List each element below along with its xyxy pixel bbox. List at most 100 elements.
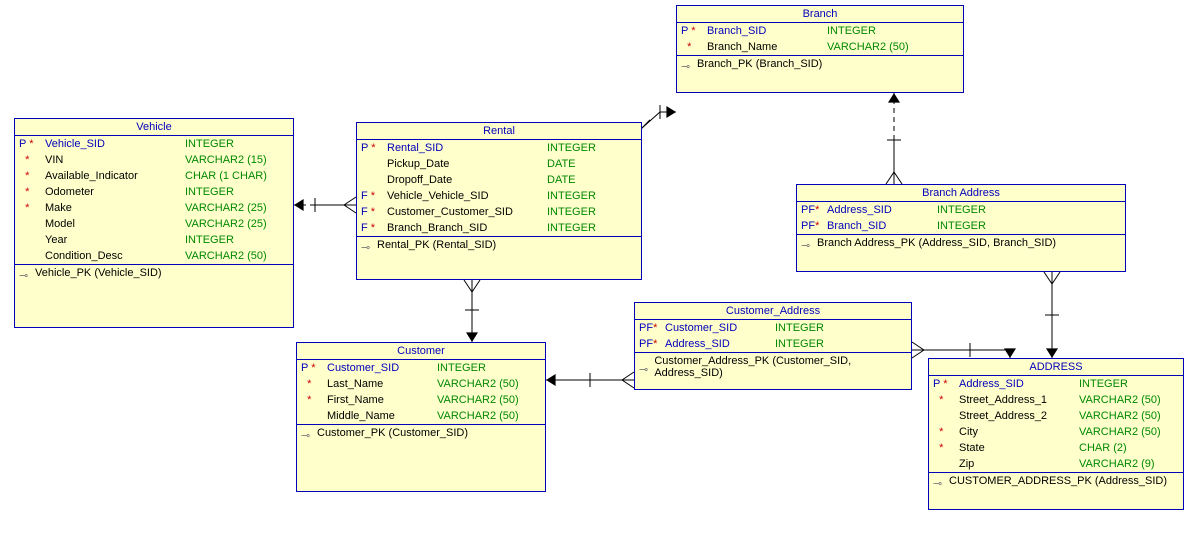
attr-type: CHAR (2)	[1079, 441, 1127, 455]
attr-name: Street_Address_2	[959, 409, 1069, 423]
attr-type: INTEGER	[185, 233, 234, 247]
attr-section: P *Vehicle_SIDINTEGER *VINVARCHAR2 (15) …	[15, 136, 293, 265]
attr-type: VARCHAR2 (9)	[1079, 457, 1155, 471]
attr-type: CHAR (1 CHAR)	[185, 169, 267, 183]
attr-name: Model	[45, 217, 175, 231]
attr-flags: *	[301, 393, 327, 407]
attr-row: F *Vehicle_Vehicle_SIDINTEGER	[357, 188, 641, 204]
attr-flags: PF*	[801, 219, 827, 233]
attr-flags	[361, 173, 387, 187]
entity-branch_address[interactable]: Branch AddressPF*Address_SIDINTEGERPF*Br…	[796, 184, 1126, 272]
entity-rental[interactable]: RentalP *Rental_SIDINTEGER Pickup_DateDA…	[356, 122, 642, 280]
attr-flags: *	[681, 40, 707, 54]
attr-flags	[19, 249, 45, 263]
attr-flags: *	[19, 169, 45, 183]
entity-title: ADDRESS	[929, 359, 1183, 376]
attr-type: VARCHAR2 (50)	[827, 40, 909, 54]
attr-row: PF*Customer_SIDINTEGER	[635, 320, 911, 336]
pk-section: Rental_PK (Rental_SID)	[357, 237, 641, 253]
entity-title: Rental	[357, 123, 641, 140]
attr-type: VARCHAR2 (50)	[437, 377, 519, 391]
key-icon	[19, 269, 31, 278]
attr-name: Branch_SID	[707, 24, 817, 38]
attr-row: PF*Address_SIDINTEGER	[797, 202, 1125, 218]
attr-name: City	[959, 425, 1069, 439]
entity-customer[interactable]: CustomerP *Customer_SIDINTEGER *Last_Nam…	[296, 342, 546, 492]
attr-name: Branch_SID	[827, 219, 927, 233]
key-icon	[933, 477, 945, 486]
attr-flags: *	[19, 201, 45, 215]
attr-type: DATE	[547, 173, 576, 187]
attr-row: F *Customer_Customer_SIDINTEGER	[357, 204, 641, 220]
attr-row: *Available_Indicator CHAR (1 CHAR)	[15, 168, 293, 184]
entity-customer_address[interactable]: Customer_AddressPF*Customer_SIDINTEGERPF…	[634, 302, 912, 390]
attr-type: INTEGER	[775, 321, 824, 335]
pk-text: CUSTOMER_ADDRESS_PK (Address_SID)	[949, 475, 1167, 487]
attr-flags: PF*	[639, 321, 665, 335]
attr-type: INTEGER	[185, 185, 234, 199]
attr-row: Year INTEGER	[15, 232, 293, 248]
attr-row: *CityVARCHAR2 (50)	[929, 424, 1183, 440]
attr-flags: *	[933, 441, 959, 455]
pk-text: Vehicle_PK (Vehicle_SID)	[35, 267, 162, 279]
key-icon	[361, 241, 373, 250]
attr-row: *OdometerINTEGER	[15, 184, 293, 200]
attr-flags: P *	[681, 24, 707, 38]
entity-vehicle[interactable]: VehicleP *Vehicle_SIDINTEGER *VINVARCHAR…	[14, 118, 294, 328]
attr-name: Customer_SID	[327, 361, 427, 375]
attr-type: INTEGER	[547, 141, 596, 155]
attr-flags: P *	[301, 361, 327, 375]
pk-section: Customer_Address_PK (Customer_SID, Addre…	[635, 353, 911, 381]
attr-row: *State CHAR (2)	[929, 440, 1183, 456]
attr-type: INTEGER	[547, 189, 596, 203]
pk-section: Branch_PK (Branch_SID)	[677, 56, 963, 72]
attr-name: State	[959, 441, 1069, 455]
attr-type: INTEGER	[775, 337, 824, 351]
attr-row: PF*Address_SIDINTEGER	[635, 336, 911, 352]
pk-section: Customer_PK (Customer_SID)	[297, 425, 545, 441]
attr-name: VIN	[45, 153, 175, 167]
entity-title: Customer_Address	[635, 303, 911, 320]
attr-name: Make	[45, 201, 175, 215]
attr-flags: P *	[933, 377, 959, 391]
attr-flags: *	[301, 377, 327, 391]
attr-row: *VINVARCHAR2 (15)	[15, 152, 293, 168]
attr-flags	[361, 157, 387, 171]
attr-row: *Street_Address_1VARCHAR2 (50)	[929, 392, 1183, 408]
entity-address[interactable]: ADDRESSP *Address_SIDINTEGER *Street_Add…	[928, 358, 1184, 510]
attr-type: INTEGER	[547, 221, 596, 235]
attr-row: P *Customer_SIDINTEGER	[297, 360, 545, 376]
attr-section: P *Rental_SIDINTEGER Pickup_DateDATE Dro…	[357, 140, 641, 237]
attr-flags: F *	[361, 221, 387, 235]
attr-type: INTEGER	[1079, 377, 1128, 391]
attr-row: P *Vehicle_SIDINTEGER	[15, 136, 293, 152]
attr-row: F *Branch_Branch_SIDINTEGER	[357, 220, 641, 236]
attr-name: Year	[45, 233, 175, 247]
erd-canvas: VehicleP *Vehicle_SIDINTEGER *VINVARCHAR…	[0, 0, 1192, 550]
attr-flags: *	[19, 153, 45, 167]
attr-name: Street_Address_1	[959, 393, 1069, 407]
attr-type: INTEGER	[827, 24, 876, 38]
attr-name: Customer_Customer_SID	[387, 205, 537, 219]
entity-title: Branch Address	[797, 185, 1125, 202]
attr-name: Vehicle_Vehicle_SID	[387, 189, 537, 203]
attr-row: *Last_NameVARCHAR2 (50)	[297, 376, 545, 392]
entity-branch[interactable]: BranchP *Branch_SIDINTEGER *Branch_NameV…	[676, 5, 964, 93]
attr-flags	[19, 217, 45, 231]
attr-flags	[19, 233, 45, 247]
attr-name: Middle_Name	[327, 409, 427, 423]
attr-name: Pickup_Date	[387, 157, 537, 171]
attr-flags: PF*	[801, 203, 827, 217]
attr-section: PF*Address_SIDINTEGERPF*Branch_SIDINTEGE…	[797, 202, 1125, 235]
attr-section: P *Address_SIDINTEGER *Street_Address_1V…	[929, 376, 1183, 473]
attr-row: Middle_NameVARCHAR2 (50)	[297, 408, 545, 424]
attr-section: P *Branch_SIDINTEGER *Branch_NameVARCHAR…	[677, 23, 963, 56]
attr-name: Rental_SID	[387, 141, 537, 155]
pk-text: Customer_PK (Customer_SID)	[317, 427, 468, 439]
attr-name: Available_Indicator	[45, 169, 175, 183]
attr-row: P *Address_SIDINTEGER	[929, 376, 1183, 392]
attr-flags	[301, 409, 327, 423]
attr-flags: *	[933, 425, 959, 439]
attr-row: Condition_DescVARCHAR2 (50)	[15, 248, 293, 264]
attr-flags: F *	[361, 205, 387, 219]
